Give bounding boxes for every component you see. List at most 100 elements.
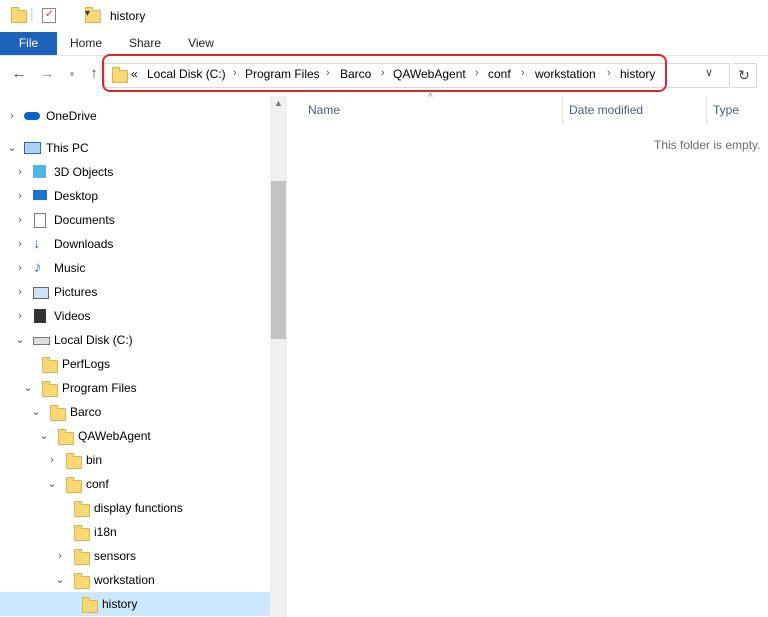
chevron-down-icon[interactable]: ⌄ (54, 568, 66, 592)
this-pc-icon (24, 142, 41, 154)
nav-label: i18n (94, 525, 117, 539)
desktop-icon (33, 190, 47, 200)
column-divider[interactable] (562, 96, 563, 124)
3d-objects-icon (33, 165, 46, 178)
nav-item-pictures[interactable]: › Pictures (0, 280, 270, 304)
tab-view[interactable]: View (181, 32, 221, 55)
recent-locations-chevron-icon[interactable]: ▾ (62, 64, 82, 84)
empty-folder-message: This folder is empty. (654, 138, 761, 152)
address-highlight (102, 54, 667, 92)
nav-item-this-pc[interactable]: ⌄ This PC (0, 136, 270, 160)
nav-item-workstation[interactable]: ⌄ workstation (0, 568, 270, 592)
chevron-right-icon[interactable]: › (6, 104, 18, 128)
chevron-down-icon[interactable]: ⌄ (14, 328, 26, 352)
nav-item-3d-objects[interactable]: › 3D Objects (0, 160, 270, 184)
nav-label: Videos (54, 309, 91, 323)
tab-share[interactable]: Share (125, 32, 165, 55)
nav-item-desktop[interactable]: › Desktop (0, 184, 270, 208)
nav-label: Pictures (54, 285, 98, 299)
nav-label: 3D Objects (54, 165, 114, 179)
nav-label: bin (86, 453, 103, 467)
folder-icon (42, 357, 58, 373)
nav-item-history[interactable]: history (0, 592, 270, 616)
address-dropdown-icon[interactable]: ∨ (705, 66, 713, 79)
tab-home[interactable]: Home (66, 32, 106, 55)
nav-label: sensors (94, 549, 137, 563)
properties-icon[interactable]: ✓ (42, 8, 56, 23)
nav-label: This PC (46, 141, 89, 155)
folder-icon (58, 429, 74, 445)
music-icon: ♪ (34, 259, 42, 276)
folder-icon (66, 453, 82, 469)
column-header-type[interactable]: Type (713, 103, 739, 117)
scroll-up-icon[interactable]: ▲ (270, 98, 287, 108)
customize-quick-access-icon[interactable]: ▾ (85, 8, 90, 19)
nav-label: Documents (54, 213, 115, 227)
folder-icon (42, 381, 58, 397)
nav-item-documents[interactable]: › Documents (0, 208, 270, 232)
column-header-name[interactable]: Name (308, 103, 340, 117)
folder-icon (74, 525, 90, 541)
downloads-icon: ↓ (33, 235, 41, 252)
chevron-right-icon[interactable]: › (14, 304, 26, 328)
nav-item-bin[interactable]: › bin (0, 448, 270, 472)
nav-item-barco[interactable]: ⌄ Barco (0, 400, 270, 424)
nav-item-perflogs[interactable]: PerfLogs (0, 352, 270, 376)
nav-label: Barco (70, 405, 102, 419)
chevron-down-icon[interactable]: ⌄ (46, 472, 58, 496)
column-divider[interactable] (706, 96, 707, 124)
nav-label: OneDrive (46, 109, 97, 123)
chevron-right-icon[interactable]: › (14, 232, 26, 256)
back-button[interactable]: ← (9, 64, 29, 84)
nav-item-display-functions[interactable]: display functions (0, 496, 270, 520)
chevron-right-icon[interactable]: › (14, 256, 26, 280)
navigation-pane: › OneDrive ⌄ This PC › 3D Objects › Desk… (0, 96, 287, 617)
nav-item-program-files[interactable]: ⌄ Program Files (0, 376, 270, 400)
chevron-right-icon[interactable]: › (14, 184, 26, 208)
nav-label: workstation (94, 573, 155, 587)
up-button[interactable]: ↑ (84, 64, 104, 84)
nav-item-sensors[interactable]: › sensors (0, 544, 270, 568)
chevron-right-icon[interactable]: › (14, 208, 26, 232)
folder-icon (11, 7, 27, 23)
column-header-date-modified[interactable]: Date modified (569, 103, 643, 117)
chevron-down-icon[interactable]: ⌄ (22, 376, 34, 400)
refresh-button[interactable]: ↻ (732, 63, 757, 88)
nav-label: history (102, 597, 138, 611)
chevron-right-icon[interactable]: › (14, 280, 26, 304)
folder-icon (82, 597, 98, 613)
drive-icon (33, 337, 50, 345)
nav-scrollbar-thumb[interactable] (271, 181, 286, 339)
nav-label: QAWebAgent (78, 429, 151, 443)
nav-item-qawebagent[interactable]: ⌄ QAWebAgent (0, 424, 270, 448)
chevron-right-icon[interactable]: › (54, 544, 66, 568)
chevron-down-icon[interactable]: ⌄ (30, 400, 42, 424)
window-title: history (110, 9, 146, 23)
nav-item-videos[interactable]: › Videos (0, 304, 270, 328)
chevron-right-icon[interactable]: › (46, 448, 58, 472)
title-bar: | ✓ ▾ | history (0, 0, 768, 32)
nav-item-downloads[interactable]: › ↓ Downloads (0, 232, 270, 256)
nav-label: PerfLogs (62, 357, 111, 371)
nav-label: Downloads (54, 237, 114, 251)
chevron-down-icon[interactable]: ⌄ (6, 136, 18, 160)
nav-item-i18n[interactable]: i18n (0, 520, 270, 544)
sort-ascending-icon: ^ (428, 92, 433, 103)
pictures-icon (33, 287, 49, 299)
folder-icon (50, 405, 66, 421)
folder-icon (74, 501, 90, 517)
videos-icon (34, 309, 46, 323)
nav-item-conf[interactable]: ⌄ conf (0, 472, 270, 496)
chevron-right-icon[interactable]: › (14, 160, 26, 184)
nav-label: conf (86, 477, 109, 491)
nav-item-local-disk[interactable]: ⌄ Local Disk (C:) (0, 328, 270, 352)
nav-scrollbar[interactable] (270, 96, 287, 617)
forward-button[interactable]: → (37, 64, 57, 84)
nav-item-music[interactable]: › ♪ Music (0, 256, 270, 280)
divider: | (98, 5, 102, 21)
divider: | (30, 5, 34, 21)
nav-label: Local Disk (C:) (54, 333, 133, 347)
nav-item-onedrive[interactable]: › OneDrive (0, 104, 270, 128)
tab-file[interactable]: File (0, 32, 57, 55)
chevron-down-icon[interactable]: ⌄ (38, 424, 50, 448)
